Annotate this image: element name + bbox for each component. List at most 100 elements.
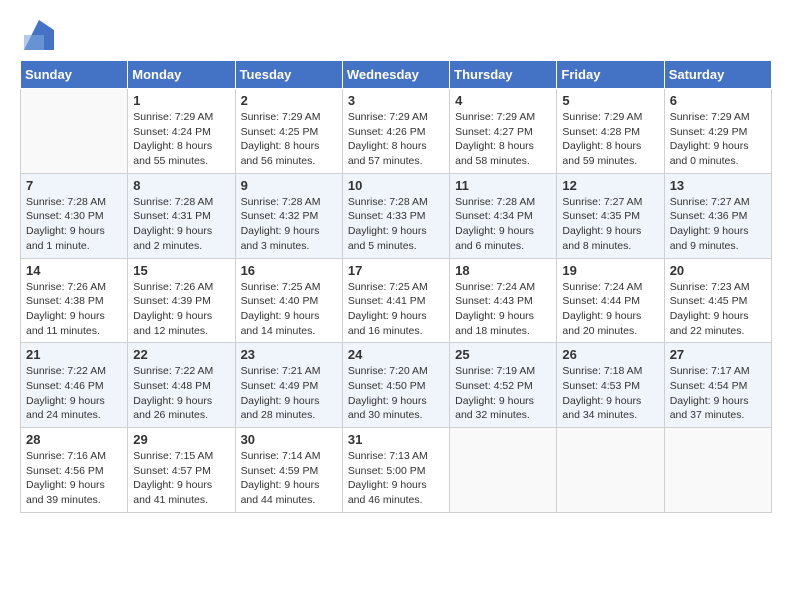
- day-info: Sunrise: 7:28 AM Sunset: 4:30 PM Dayligh…: [26, 195, 122, 254]
- day-info: Sunrise: 7:29 AM Sunset: 4:26 PM Dayligh…: [348, 110, 444, 169]
- day-number: 5: [562, 93, 658, 108]
- day-info: Sunrise: 7:28 AM Sunset: 4:31 PM Dayligh…: [133, 195, 229, 254]
- day-number: 23: [241, 347, 337, 362]
- day-info: Sunrise: 7:29 AM Sunset: 4:27 PM Dayligh…: [455, 110, 551, 169]
- day-number: 6: [670, 93, 766, 108]
- day-info: Sunrise: 7:25 AM Sunset: 4:40 PM Dayligh…: [241, 280, 337, 339]
- calendar-day-cell: 18 Sunrise: 7:24 AM Sunset: 4:43 PM Dayli…: [450, 258, 557, 343]
- day-number: 18: [455, 263, 551, 278]
- day-number: 11: [455, 178, 551, 193]
- calendar-day-cell: 12 Sunrise: 7:27 AM Sunset: 4:35 PM Dayli…: [557, 173, 664, 258]
- day-info: Sunrise: 7:29 AM Sunset: 4:29 PM Dayligh…: [670, 110, 766, 169]
- calendar-day-cell: 25 Sunrise: 7:19 AM Sunset: 4:52 PM Dayli…: [450, 343, 557, 428]
- day-number: 29: [133, 432, 229, 447]
- day-info: Sunrise: 7:27 AM Sunset: 4:35 PM Dayligh…: [562, 195, 658, 254]
- calendar-day-cell: 1 Sunrise: 7:29 AM Sunset: 4:24 PM Daylig…: [128, 89, 235, 174]
- calendar-day-cell: 26 Sunrise: 7:18 AM Sunset: 4:53 PM Dayli…: [557, 343, 664, 428]
- day-info: Sunrise: 7:26 AM Sunset: 4:39 PM Dayligh…: [133, 280, 229, 339]
- calendar-day-cell: 31 Sunrise: 7:13 AM Sunset: 5:00 PM Dayli…: [342, 428, 449, 513]
- day-info: Sunrise: 7:23 AM Sunset: 4:45 PM Dayligh…: [670, 280, 766, 339]
- day-number: 27: [670, 347, 766, 362]
- day-info: Sunrise: 7:28 AM Sunset: 4:34 PM Dayligh…: [455, 195, 551, 254]
- day-number: 21: [26, 347, 122, 362]
- day-number: 16: [241, 263, 337, 278]
- day-number: 15: [133, 263, 229, 278]
- day-info: Sunrise: 7:15 AM Sunset: 4:57 PM Dayligh…: [133, 449, 229, 508]
- calendar-week-row: 1 Sunrise: 7:29 AM Sunset: 4:24 PM Daylig…: [21, 89, 772, 174]
- day-number: 26: [562, 347, 658, 362]
- calendar-day-cell: 13 Sunrise: 7:27 AM Sunset: 4:36 PM Dayli…: [664, 173, 771, 258]
- day-number: 7: [26, 178, 122, 193]
- day-info: Sunrise: 7:24 AM Sunset: 4:43 PM Dayligh…: [455, 280, 551, 339]
- calendar-day-cell: 29 Sunrise: 7:15 AM Sunset: 4:57 PM Dayli…: [128, 428, 235, 513]
- day-info: Sunrise: 7:24 AM Sunset: 4:44 PM Dayligh…: [562, 280, 658, 339]
- day-info: Sunrise: 7:19 AM Sunset: 4:52 PM Dayligh…: [455, 364, 551, 423]
- day-header-saturday: Saturday: [664, 61, 771, 89]
- day-number: 28: [26, 432, 122, 447]
- logo-icon: [24, 20, 54, 50]
- calendar-day-cell: 20Sunrise: 7:23 AM Sunset: 4:45 PM Dayli…: [664, 258, 771, 343]
- day-number: 25: [455, 347, 551, 362]
- calendar-day-cell: 27 Sunrise: 7:17 AM Sunset: 4:54 PM Dayli…: [664, 343, 771, 428]
- calendar-day-cell: 6 Sunrise: 7:29 AM Sunset: 4:29 PM Daylig…: [664, 89, 771, 174]
- day-info: Sunrise: 7:28 AM Sunset: 4:33 PM Dayligh…: [348, 195, 444, 254]
- day-info: Sunrise: 7:29 AM Sunset: 4:24 PM Dayligh…: [133, 110, 229, 169]
- day-number: 14: [26, 263, 122, 278]
- empty-day-cell: [664, 428, 771, 513]
- day-number: 10: [348, 178, 444, 193]
- logo: [20, 20, 54, 50]
- day-header-monday: Monday: [128, 61, 235, 89]
- calendar-week-row: 21 Sunrise: 7:22 AM Sunset: 4:46 PM Dayli…: [21, 343, 772, 428]
- day-number: 8: [133, 178, 229, 193]
- day-header-friday: Friday: [557, 61, 664, 89]
- day-info: Sunrise: 7:29 AM Sunset: 4:28 PM Dayligh…: [562, 110, 658, 169]
- calendar-week-row: 14 Sunrise: 7:26 AM Sunset: 4:38 PM Dayli…: [21, 258, 772, 343]
- day-info: Sunrise: 7:26 AM Sunset: 4:38 PM Dayligh…: [26, 280, 122, 339]
- day-number: 19: [562, 263, 658, 278]
- day-info: Sunrise: 7:14 AM Sunset: 4:59 PM Dayligh…: [241, 449, 337, 508]
- empty-day-cell: [557, 428, 664, 513]
- day-number: 1: [133, 93, 229, 108]
- calendar-day-cell: 22 Sunrise: 7:22 AM Sunset: 4:48 PM Dayli…: [128, 343, 235, 428]
- calendar-day-cell: 5 Sunrise: 7:29 AM Sunset: 4:28 PM Daylig…: [557, 89, 664, 174]
- day-number: 2: [241, 93, 337, 108]
- day-number: 3: [348, 93, 444, 108]
- day-number: 31: [348, 432, 444, 447]
- calendar-header: SundayMondayTuesdayWednesdayThursdayFrid…: [21, 61, 772, 89]
- day-number: 30: [241, 432, 337, 447]
- day-number: 4: [455, 93, 551, 108]
- day-info: Sunrise: 7:18 AM Sunset: 4:53 PM Dayligh…: [562, 364, 658, 423]
- calendar-day-cell: 16 Sunrise: 7:25 AM Sunset: 4:40 PM Dayli…: [235, 258, 342, 343]
- day-info: Sunrise: 7:16 AM Sunset: 4:56 PM Dayligh…: [26, 449, 122, 508]
- day-number: 13: [670, 178, 766, 193]
- calendar-day-cell: 24 Sunrise: 7:20 AM Sunset: 4:50 PM Dayli…: [342, 343, 449, 428]
- calendar-day-cell: 10 Sunrise: 7:28 AM Sunset: 4:33 PM Dayli…: [342, 173, 449, 258]
- day-info: Sunrise: 7:22 AM Sunset: 4:48 PM Dayligh…: [133, 364, 229, 423]
- day-header-thursday: Thursday: [450, 61, 557, 89]
- day-info: Sunrise: 7:20 AM Sunset: 4:50 PM Dayligh…: [348, 364, 444, 423]
- calendar-day-cell: 21 Sunrise: 7:22 AM Sunset: 4:46 PM Dayli…: [21, 343, 128, 428]
- empty-day-cell: [21, 89, 128, 174]
- day-info: Sunrise: 7:29 AM Sunset: 4:25 PM Dayligh…: [241, 110, 337, 169]
- day-number: 12: [562, 178, 658, 193]
- calendar-day-cell: 23 Sunrise: 7:21 AM Sunset: 4:49 PM Dayli…: [235, 343, 342, 428]
- calendar-day-cell: 4 Sunrise: 7:29 AM Sunset: 4:27 PM Daylig…: [450, 89, 557, 174]
- day-header-wednesday: Wednesday: [342, 61, 449, 89]
- calendar-day-cell: 2 Sunrise: 7:29 AM Sunset: 4:25 PM Daylig…: [235, 89, 342, 174]
- day-info: Sunrise: 7:13 AM Sunset: 5:00 PM Dayligh…: [348, 449, 444, 508]
- calendar-week-row: 28 Sunrise: 7:16 AM Sunset: 4:56 PM Dayli…: [21, 428, 772, 513]
- calendar-day-cell: 28 Sunrise: 7:16 AM Sunset: 4:56 PM Dayli…: [21, 428, 128, 513]
- day-number: 17: [348, 263, 444, 278]
- day-info: Sunrise: 7:27 AM Sunset: 4:36 PM Dayligh…: [670, 195, 766, 254]
- day-info: Sunrise: 7:21 AM Sunset: 4:49 PM Dayligh…: [241, 364, 337, 423]
- calendar-table: SundayMondayTuesdayWednesdayThursdayFrid…: [20, 60, 772, 513]
- calendar-day-cell: 3 Sunrise: 7:29 AM Sunset: 4:26 PM Daylig…: [342, 89, 449, 174]
- day-number: 22: [133, 347, 229, 362]
- day-number: 24: [348, 347, 444, 362]
- day-number: 9: [241, 178, 337, 193]
- empty-day-cell: [450, 428, 557, 513]
- day-header-sunday: Sunday: [21, 61, 128, 89]
- day-info: Sunrise: 7:22 AM Sunset: 4:46 PM Dayligh…: [26, 364, 122, 423]
- day-info: Sunrise: 7:17 AM Sunset: 4:54 PM Dayligh…: [670, 364, 766, 423]
- calendar-day-cell: 30 Sunrise: 7:14 AM Sunset: 4:59 PM Dayli…: [235, 428, 342, 513]
